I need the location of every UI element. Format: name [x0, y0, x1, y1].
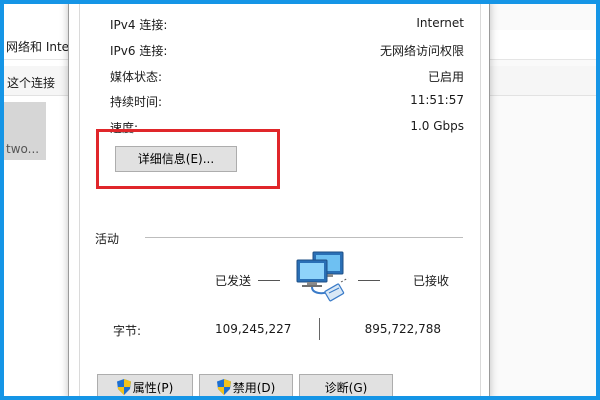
ipv4-connectivity-label: IPv4 连接:: [110, 18, 168, 32]
network-computers-icon: [296, 251, 349, 302]
uac-shield-icon: [216, 379, 231, 395]
bytes-sent-value: 109,245,227: [215, 322, 292, 336]
bytes-label: 字节:: [113, 324, 142, 338]
duration-label: 持续时间:: [110, 95, 163, 109]
background-right-area: [490, 4, 596, 396]
ethernet-status-dialog: IPv4 连接: Internet IPv6 连接: 无网络访问权限 媒体状态:…: [68, 4, 490, 396]
duration-value: 11:51:57: [410, 93, 464, 107]
media-state-value: 已启用: [427, 70, 464, 84]
uac-shield-icon: [116, 379, 131, 395]
activity-section-divider: [145, 237, 463, 238]
diagnose-button-label: 诊断(G): [324, 381, 368, 395]
media-state-label: 媒体状态:: [110, 70, 163, 84]
details-button-highlight-box: [96, 129, 280, 189]
bytes-received-value: 895,722,788: [364, 322, 441, 336]
bytes-divider: [319, 318, 320, 340]
ipv4-connectivity-row: IPv4 连接: Internet: [110, 16, 464, 32]
disable-button[interactable]: 禁用(D): [199, 374, 293, 396]
ipv6-connectivity-label: IPv6 连接:: [110, 44, 168, 58]
properties-button-label: 属性(P): [132, 381, 174, 395]
sent-dash: [258, 280, 280, 281]
background-right-row1: [490, 30, 596, 60]
ipv6-connectivity-row: IPv6 连接: 无网络访问权限: [110, 42, 464, 58]
background-toolbar-text[interactable]: 这个连接: [7, 74, 55, 91]
dialog-content-panel: IPv4 连接: Internet IPv6 连接: 无网络访问权限 媒体状态:…: [79, 4, 481, 396]
speed-value: 1.0 Gbps: [410, 119, 464, 133]
disable-button-label: 禁用(D): [232, 381, 276, 395]
background-adapter-tile-text: two...: [6, 142, 40, 156]
screen: 网络和 Inte 这个连接 two... IPv4 连接: Internet I…: [4, 4, 596, 396]
media-state-row: 媒体状态: 已启用: [110, 68, 464, 84]
activity-section-title: 活动: [95, 232, 120, 246]
background-adapter-tile[interactable]: two...: [4, 102, 46, 160]
sent-label: 已发送: [215, 274, 252, 288]
duration-row: 持续时间: 11:51:57: [110, 93, 464, 109]
diagnose-button[interactable]: 诊断(G): [299, 374, 393, 396]
background-breadcrumb-text: 网络和 Inte: [6, 40, 70, 54]
ipv6-connectivity-value: 无网络访问权限: [379, 44, 464, 58]
background-right-row2: [490, 66, 596, 96]
received-label: 已接收: [413, 274, 450, 288]
received-dash: [358, 280, 380, 281]
properties-button[interactable]: 属性(P): [97, 374, 193, 396]
ipv4-connectivity-value: Internet: [416, 16, 464, 30]
